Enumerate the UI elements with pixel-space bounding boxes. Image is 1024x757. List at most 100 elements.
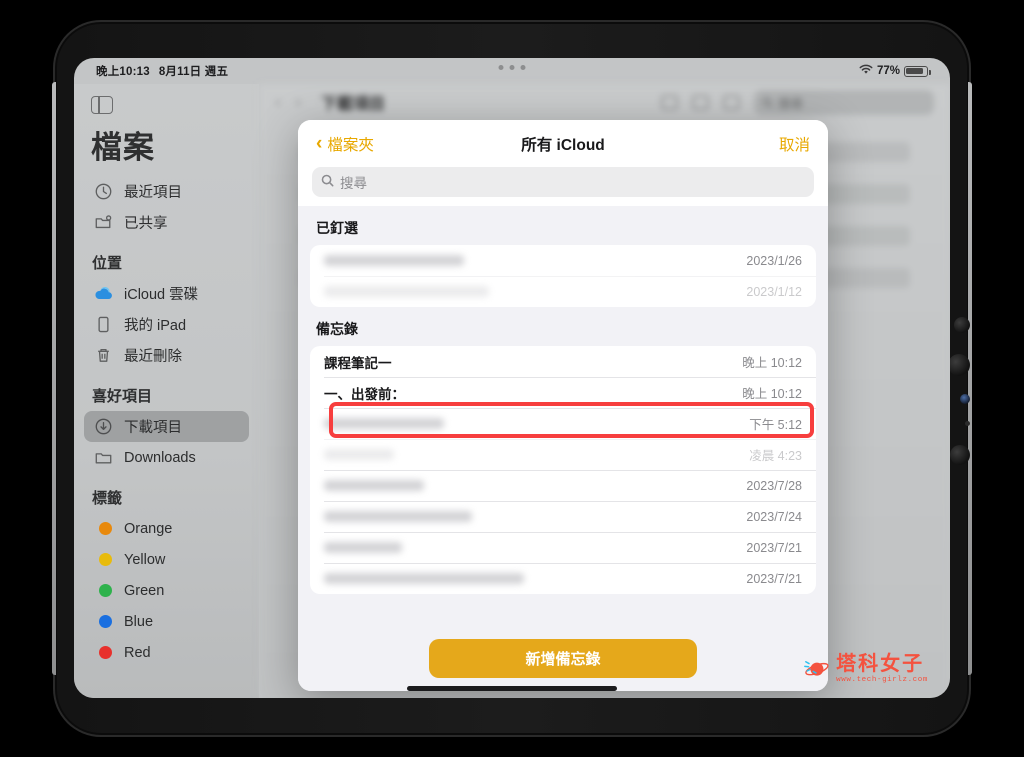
volume-up-button[interactable] [954, 317, 970, 333]
tag-dot-icon [93, 518, 114, 539]
volume-down-button[interactable] [948, 354, 970, 376]
sidebar-toggle-icon[interactable] [91, 96, 113, 114]
wifi-icon [859, 64, 873, 78]
sidebar-group-title-favorites: 喜好項目 [92, 388, 153, 405]
back-label: 檔案夾 [327, 136, 374, 154]
sheet-navigation-bar: ‹ 檔案夾 所有 iCloud 取消 [298, 120, 828, 167]
sidebar-item-tag-orange[interactable]: Orange [84, 513, 249, 544]
sidebar-item-label: iCloud 雲碟 [124, 287, 199, 303]
home-indicator[interactable] [407, 686, 617, 691]
tag-dot-icon [93, 580, 114, 601]
content-search-field[interactable]: 搜尋 [754, 89, 934, 115]
table-row-selected[interactable]: 課程筆記一 晚上 10:12 [310, 346, 816, 377]
sidebar-item-recents[interactable]: 最近項目 [84, 176, 249, 207]
folder-icon [93, 447, 114, 468]
cancel-button[interactable]: 取消 [779, 133, 810, 155]
battery-fill [906, 67, 924, 75]
note-date: 2023/7/21 [746, 571, 802, 586]
note-name [324, 255, 464, 266]
ipad-icon [93, 314, 114, 335]
note-date: 2023/7/24 [746, 509, 802, 524]
back-to-folders-button[interactable]: ‹ 檔案夾 [316, 133, 374, 155]
status-time: 晚上10:13 [96, 66, 150, 78]
note-name: 課程筆記一 [324, 355, 392, 371]
note-date: 2023/7/21 [746, 540, 802, 555]
sidebar-item-label: Green [124, 582, 165, 599]
search-placeholder: 搜尋 [340, 176, 367, 191]
table-row[interactable]: 2023/1/12 [310, 276, 816, 307]
sidebar-item-shared[interactable]: 已共享 [84, 207, 249, 238]
sidebar-item-downloads-selected[interactable]: 下載項目 [84, 411, 249, 442]
planet-logo-icon [803, 658, 829, 681]
note-name [324, 480, 424, 491]
note-name [324, 449, 394, 460]
section-title-pinned: 已釘選 [316, 220, 358, 236]
chevron-left-icon: ‹ [316, 132, 323, 154]
watermark: 塔科女子 www.tech-girlz.com [803, 654, 928, 684]
back-chevron-icon[interactable]: ‹ [275, 92, 281, 113]
table-row[interactable]: 2023/1/26 [310, 245, 816, 276]
sidebar-item-label: 最近刪除 [124, 349, 182, 365]
note-name [324, 511, 472, 522]
table-row[interactable]: 下午 5:12 [310, 408, 816, 439]
status-bar-right: 77% [859, 64, 931, 78]
sidebar-item-icloud-drive[interactable]: iCloud 雲碟 [84, 278, 249, 309]
sheet-footer: 新增備忘錄 [298, 630, 828, 691]
table-row[interactable]: 2023/7/21 [310, 532, 816, 563]
table-row[interactable]: 一、出發前： 晚上 10:12 [310, 377, 816, 408]
tag-dot-icon [93, 642, 114, 663]
sidebar-item-label: Red [124, 644, 151, 661]
notes-list[interactable]: 已釘選 2023/1/26 2023/1/12 備忘錄 課程筆記一 晚上 10:… [298, 206, 828, 630]
status-bar-left: 晚上10:13 8月11日 週五 [96, 63, 228, 79]
multitask-dot [520, 65, 526, 70]
add-note-button[interactable]: 新增備忘錄 [429, 639, 697, 678]
note-name [324, 573, 524, 584]
new-folder-icon[interactable] [661, 94, 678, 110]
sidebar-item-downloads-folder[interactable]: Downloads [84, 442, 249, 473]
sidebar-item-recently-deleted[interactable]: 最近刪除 [84, 340, 249, 371]
watermark-url: www.tech-girlz.com [836, 676, 928, 684]
sidebar-item-label: 我的 iPad [124, 318, 187, 334]
search-input[interactable]: 搜尋 [312, 167, 814, 197]
tag-dot-icon [93, 549, 114, 570]
download-circle-icon [93, 416, 114, 437]
sidebar-group-title-locations: 位置 [92, 255, 123, 272]
device-left-rail [52, 82, 56, 675]
sidebar-item-my-ipad[interactable]: 我的 iPad [84, 309, 249, 340]
more-options-icon[interactable] [723, 94, 740, 110]
microphone-hole [965, 421, 970, 426]
section-title-notes: 備忘錄 [316, 321, 358, 337]
grid-view-icon[interactable] [692, 94, 709, 110]
search-icon [321, 174, 334, 190]
note-date: 2023/7/28 [746, 478, 802, 493]
sidebar: 檔案 最近項目 已共享 位置 iCloud 雲碟 我的 iPad 最近刪除 喜好… [74, 84, 259, 698]
sidebar-item-label: Yellow [124, 551, 166, 568]
power-button[interactable] [950, 445, 970, 465]
sheet-search-wrapper: 搜尋 [298, 167, 828, 206]
sidebar-item-tag-yellow[interactable]: Yellow [84, 544, 249, 575]
shared-folder-icon [93, 212, 114, 233]
sidebar-item-tag-green[interactable]: Green [84, 575, 249, 606]
forward-chevron-icon[interactable]: › [295, 92, 301, 113]
table-row[interactable]: 2023/7/21 [310, 563, 816, 594]
sidebar-item-tag-blue[interactable]: Blue [84, 606, 249, 637]
notes-card: 課程筆記一 晚上 10:12 一、出發前： 晚上 10:12 下午 5:12 凌… [310, 346, 816, 594]
battery-icon [904, 65, 931, 77]
table-row[interactable]: 凌晨 4:23 [310, 439, 816, 470]
sidebar-item-label: 最近項目 [124, 185, 182, 201]
pinned-card: 2023/1/26 2023/1/12 [310, 245, 816, 307]
camera-lens [960, 394, 970, 404]
sidebar-item-tag-red[interactable]: Red [84, 637, 249, 668]
trash-icon [93, 345, 114, 366]
content-title: 下載項目 [321, 96, 386, 113]
table-row[interactable]: 2023/7/28 [310, 470, 816, 501]
sidebar-item-label: 下載項目 [124, 420, 182, 436]
status-bar: 晚上10:13 8月11日 週五 77% [74, 58, 950, 84]
sheet-title: 所有 iCloud [521, 136, 605, 154]
watermark-brand: 塔科女子 [836, 653, 925, 675]
note-date: 2023/1/26 [746, 253, 802, 268]
sidebar-group-title-tags: 標籤 [92, 490, 123, 507]
multitasking-controls[interactable] [498, 65, 526, 70]
table-row[interactable]: 2023/7/24 [310, 501, 816, 532]
sidebar-item-label: Orange [124, 520, 173, 537]
